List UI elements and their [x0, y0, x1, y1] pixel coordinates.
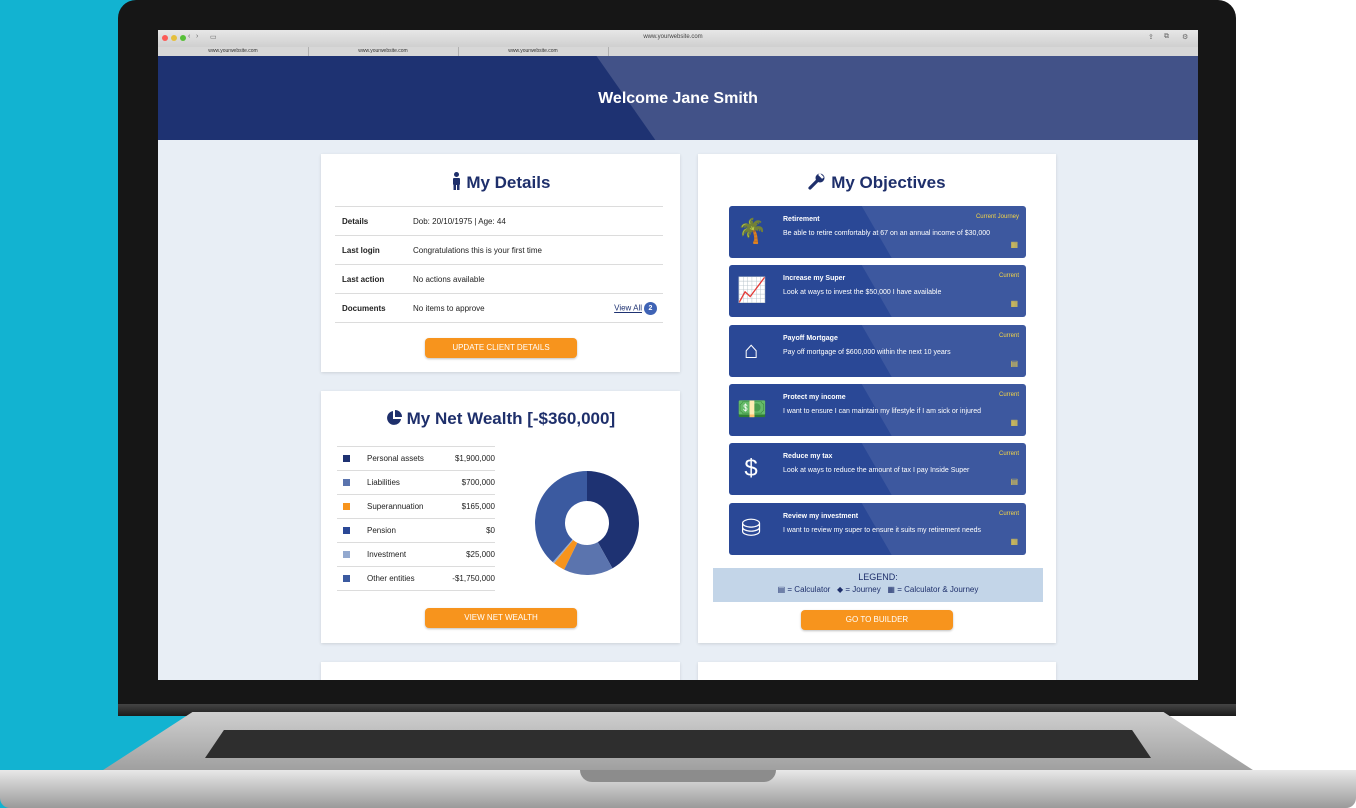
last-action-row: Last action No actions available — [335, 264, 663, 293]
legend-swatch — [343, 527, 350, 534]
lower-card-right — [698, 662, 1056, 680]
browser-screen: ‹ › ▭ www.yourwebsite.com ⇪ ⧉ ⚙ www.your… — [158, 30, 1198, 680]
calculator-icon[interactable]: ▤ — [1010, 359, 1018, 368]
page-header: Welcome Jane Smith — [158, 56, 1198, 140]
legend-swatch — [343, 503, 350, 510]
share-icon[interactable]: ⇪ — [1148, 33, 1154, 41]
money-icon: 💵 — [737, 395, 767, 423]
objective-item[interactable]: 🌴 Retirement Be able to retire comfortably… — [729, 206, 1026, 258]
calculator-journey-icon[interactable]: ▦ — [1010, 240, 1018, 249]
objective-status-tag: Current — [998, 332, 1019, 339]
welcome-title: Welcome Jane Smith — [598, 90, 758, 107]
go-to-builder-button[interactable]: GO TO BUILDER — [801, 610, 953, 630]
legend-title: LEGEND: — [858, 572, 898, 582]
objective-status-tag: Current Journey — [975, 214, 1019, 220]
lower-card-left — [321, 662, 680, 680]
objective-item[interactable]: 📈 Increase my Super Look at ways to invest… — [729, 265, 1026, 318]
objective-description: Pay off mortgage of $600,000 within the … — [783, 348, 951, 356]
calculator-journey-icon: ▦ — [887, 585, 895, 594]
objective-status-tag: Current — [998, 451, 1019, 458]
update-client-details-button[interactable]: UPDATE CLIENT DETAILS — [425, 338, 577, 358]
view-net-wealth-button[interactable]: VIEW NET WEALTH — [425, 608, 577, 628]
growth-chart-icon: 📈 — [737, 277, 767, 305]
net-wealth-row: Personal assets $1,900,000 — [337, 446, 495, 470]
net-wealth-row: Other entities -$1,750,000 — [337, 566, 495, 591]
sidebar-icon[interactable]: ▭ — [210, 33, 217, 41]
objective-status-tag: Current — [998, 510, 1019, 517]
palm-tree-icon: 🌴 — [737, 218, 767, 245]
objective-description: I want to ensure I can maintain my lifes… — [783, 407, 982, 415]
objectives-title: My Objectives — [831, 173, 946, 192]
forward-icon[interactable]: › — [196, 33, 198, 40]
my-details-title: My Details — [466, 173, 551, 192]
objective-title: Protect my income — [783, 393, 846, 401]
journey-icon: ◆ — [837, 585, 844, 594]
laptop-keyboard — [205, 730, 1151, 758]
net-wealth-title: My Net Wealth [-$360,000] — [406, 409, 616, 428]
address-bar[interactable]: www.yourwebsite.com — [598, 34, 748, 40]
objective-title: Review my investment — [783, 512, 859, 520]
window-controls — [162, 35, 186, 41]
objective-title: Payoff Mortgage — [783, 334, 838, 342]
browser-tab[interactable]: www.yourwebsite.com — [158, 47, 309, 56]
objective-description: Look at ways to invest the $50,000 I hav… — [783, 289, 942, 297]
person-icon — [451, 172, 467, 192]
net-wealth-card: My Net Wealth [-$360,000] Personal asset… — [321, 391, 680, 643]
calculator-journey-icon[interactable]: ▦ — [1010, 418, 1018, 427]
objective-description: Look at ways to reduce the amount of tax… — [783, 467, 970, 475]
net-wealth-donut-chart — [535, 471, 639, 575]
pie-chart-icon — [386, 409, 407, 428]
coins-icon: ⛁ — [740, 514, 762, 542]
tabs-icon[interactable]: ⧉ — [1164, 33, 1169, 41]
close-window-icon[interactable] — [162, 35, 168, 41]
my-details-card: My Details Details Dob: 20/10/1975 | Age… — [321, 154, 680, 372]
objective-title: Increase my Super — [783, 275, 846, 283]
dollar-icon: $ — [744, 455, 758, 483]
objective-item[interactable]: ⌂ Payoff Mortgage Pay off mortgage of $600… — [729, 324, 1026, 377]
objective-item[interactable]: ⛁ Review my investment I want to review my… — [729, 502, 1026, 555]
back-icon[interactable]: ‹ — [188, 33, 190, 40]
objective-item[interactable]: $ Reduce my tax Look at ways to reduce the… — [729, 443, 1026, 496]
documents-row: Documents No items to approve View All 2 — [335, 293, 663, 323]
net-wealth-row: Liabilities $700,000 — [337, 470, 495, 494]
objective-item[interactable]: 💵 Protect my income I want to ensure I can… — [729, 383, 1026, 436]
house-icon: ⌂ — [743, 336, 759, 364]
net-wealth-row: Superannuation $165,000 — [337, 494, 495, 518]
calculator-icon[interactable]: ▤ — [1010, 477, 1018, 486]
legend-swatch — [343, 455, 350, 462]
objective-status-tag: Current — [998, 391, 1019, 398]
net-wealth-row: Pension $0 — [337, 518, 495, 542]
minimize-window-icon[interactable] — [171, 35, 177, 41]
legend-swatch — [343, 551, 350, 558]
documents-count-badge: 2 — [644, 302, 657, 315]
details-row: Details Dob: 20/10/1975 | Age: 44 — [335, 206, 663, 235]
objective-title: Retirement — [783, 216, 820, 223]
laptop-notch — [580, 770, 776, 782]
objectives-card: My Objectives 🌴 Retirement Be able to reti… — [698, 154, 1056, 643]
last-login-row: Last login Congratulations this is your … — [335, 235, 663, 264]
calculator-journey-icon[interactable]: ▦ — [1010, 299, 1018, 308]
objective-status-tag: Current — [998, 273, 1019, 280]
maximize-window-icon[interactable] — [180, 35, 186, 41]
wrench-icon — [808, 173, 831, 192]
browser-tab[interactable]: www.yourwebsite.com — [308, 47, 459, 56]
objective-description: I want to review my super to ensure it s… — [783, 526, 982, 534]
settings-icon[interactable]: ⚙ — [1182, 33, 1188, 41]
objective-description: Be able to retire comfortably at 67 on a… — [783, 230, 991, 237]
legend-swatch — [343, 575, 350, 582]
calculator-journey-icon[interactable]: ▦ — [1010, 537, 1018, 546]
view-all-link[interactable]: View All 2 — [614, 302, 657, 315]
calculator-icon: ▤ — [777, 585, 786, 594]
browser-toolbar: ‹ › ▭ www.yourwebsite.com ⇪ ⧉ ⚙ — [158, 30, 1198, 48]
net-wealth-row: Investment $25,000 — [337, 542, 495, 566]
objective-title: Reduce my tax — [783, 453, 833, 461]
browser-tab[interactable]: www.yourwebsite.com — [458, 47, 609, 56]
objectives-legend: LEGEND: ▤ = Calculator ◆ = Journey ▦ = C… — [713, 568, 1043, 602]
legend-swatch — [343, 479, 350, 486]
